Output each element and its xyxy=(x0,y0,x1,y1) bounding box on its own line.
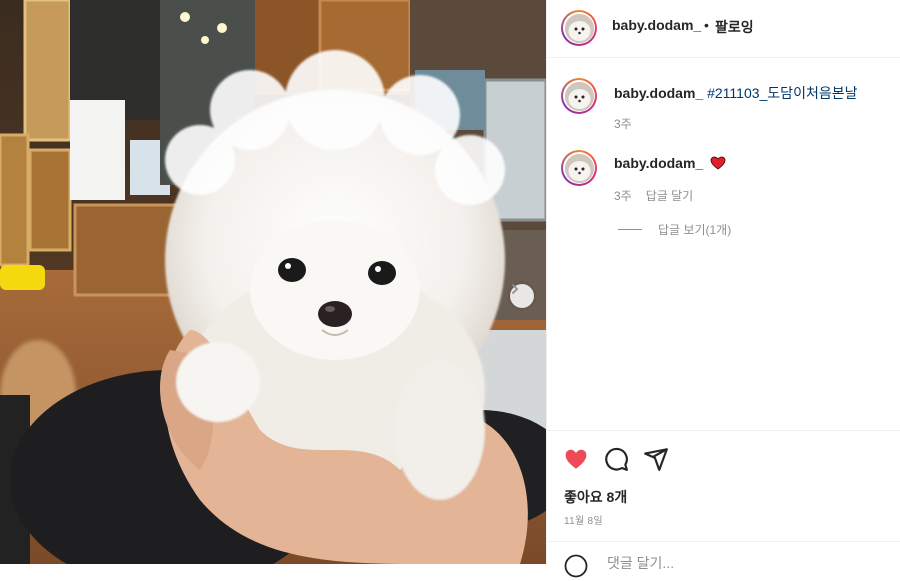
comment-time[interactable]: 3주 xyxy=(614,189,632,203)
separator-dot: • xyxy=(704,17,709,33)
like-heart-icon[interactable] xyxy=(563,446,589,472)
comment-input[interactable] xyxy=(605,554,859,572)
view-replies-label: 답글 보기(1개) xyxy=(658,223,732,237)
avatar[interactable] xyxy=(561,78,597,114)
comment-username[interactable]: baby.dodam_ xyxy=(614,155,703,171)
carousel-next-button[interactable] xyxy=(510,284,534,308)
heart-icon xyxy=(710,156,726,170)
comment-username[interactable]: baby.dodam_ xyxy=(614,85,703,101)
following-button[interactable]: 팔로잉 xyxy=(715,17,754,37)
comment-body: baby.dodam_ xyxy=(614,155,726,171)
likes-count[interactable]: 좋아요 8개 xyxy=(564,487,627,507)
post-side-panel: baby.dodam_ • 팔로잉 baby.dodam_ #211103_도담… xyxy=(546,0,900,578)
share-icon[interactable] xyxy=(643,446,669,472)
avatar-image xyxy=(564,153,594,183)
divider-line xyxy=(618,229,642,230)
post-date: 11월 8일 xyxy=(564,516,603,527)
chevron-right-icon xyxy=(512,284,519,294)
add-comment-bar xyxy=(547,541,900,581)
post-header: baby.dodam_ • 팔로잉 xyxy=(547,0,900,58)
comment-body: baby.dodam_ #211103_도담이처음본날 xyxy=(614,83,857,103)
reply-button[interactable]: 답글 달기 xyxy=(646,189,694,203)
header-username[interactable]: baby.dodam_ xyxy=(612,17,701,33)
puppy-photo xyxy=(0,0,546,564)
hashtag-link[interactable]: #211103_도담이처음본날 xyxy=(707,85,857,101)
post-photo[interactable] xyxy=(0,0,546,564)
comment-time[interactable]: 3주 xyxy=(614,115,632,132)
emoji-icon[interactable] xyxy=(564,554,588,578)
comment-meta: 3주 답글 달기 xyxy=(614,187,693,204)
avatar[interactable] xyxy=(561,10,597,46)
view-replies-button[interactable]: 답글 보기(1개) xyxy=(618,221,731,238)
comment-icon[interactable] xyxy=(603,446,629,472)
avatar[interactable] xyxy=(561,150,597,186)
avatar-image xyxy=(564,81,594,111)
avatar-image xyxy=(564,13,594,43)
